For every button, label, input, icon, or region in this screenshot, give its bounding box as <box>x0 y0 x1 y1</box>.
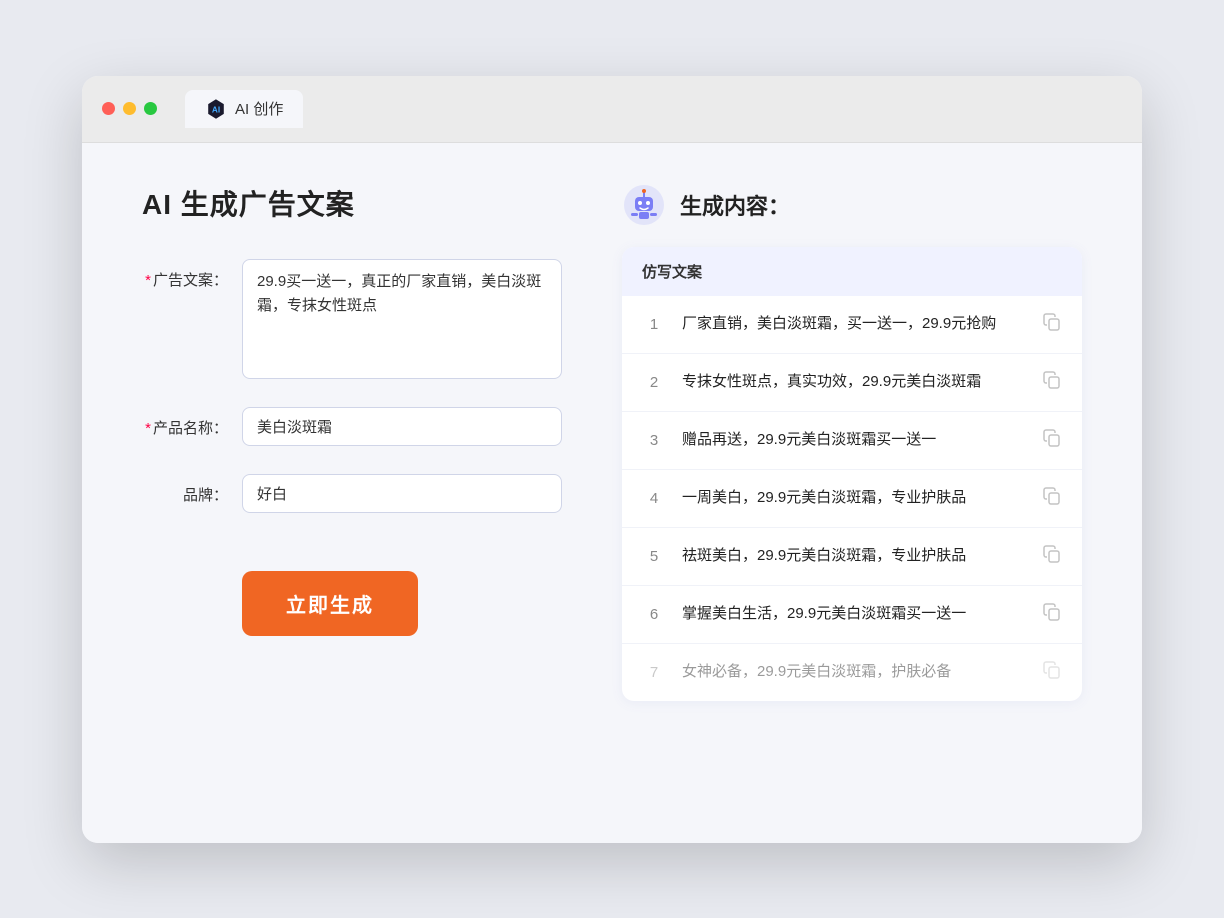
submit-button[interactable]: 立即生成 <box>242 571 418 636</box>
copy-button[interactable] <box>1042 428 1062 453</box>
form-group-product-name: *产品名称： 美白淡斑霜 <box>142 407 562 446</box>
copy-button[interactable] <box>1042 602 1062 627</box>
browser-tab[interactable]: AI AI 创作 <box>185 90 303 128</box>
result-header: 生成内容： <box>622 183 1082 227</box>
row-text: 掌握美白生活，29.9元美白淡斑霜买一送一 <box>682 603 1026 626</box>
result-row: 4 一周美白，29.9元美白淡斑霜，专业护肤品 <box>622 470 1082 528</box>
svg-text:AI: AI <box>212 105 220 114</box>
row-number: 2 <box>642 374 666 391</box>
result-table-header: 仿写文案 <box>622 247 1082 296</box>
form-group-ad-copy: *广告文案： 29.9买一送一，真正的厂家直销，美白淡斑霜，专抹女性斑点 <box>142 259 562 379</box>
form-group-brand: 品牌： 好白 <box>142 474 562 513</box>
row-number: 7 <box>642 664 666 681</box>
maximize-button[interactable] <box>144 102 157 115</box>
row-text: 赠品再送，29.9元美白淡斑霜买一送一 <box>682 429 1026 452</box>
result-row: 6 掌握美白生活，29.9元美白淡斑霜买一送一 <box>622 586 1082 644</box>
copy-button[interactable] <box>1042 544 1062 569</box>
result-row: 2 专抹女性斑点，真实功效，29.9元美白淡斑霜 <box>622 354 1082 412</box>
required-star-product: * <box>145 420 151 437</box>
robot-icon <box>622 183 666 227</box>
result-title: 生成内容： <box>680 189 790 221</box>
ad-copy-label: *广告文案： <box>142 259 242 290</box>
row-text: 女神必备，29.9元美白淡斑霜，护肤必备 <box>682 661 1026 684</box>
result-row: 5 祛斑美白，29.9元美白淡斑霜，专业护肤品 <box>622 528 1082 586</box>
browser-content: AI 生成广告文案 *广告文案： 29.9买一送一，真正的厂家直销，美白淡斑霜，… <box>82 143 1142 843</box>
browser-window: AI AI 创作 AI 生成广告文案 *广告文案： 29.9买一送一，真正的厂家… <box>82 76 1142 843</box>
result-row: 3 赠品再送，29.9元美白淡斑霜买一送一 <box>622 412 1082 470</box>
row-number: 4 <box>642 490 666 507</box>
row-text: 祛斑美白，29.9元美白淡斑霜，专业护肤品 <box>682 545 1026 568</box>
product-name-input[interactable]: 美白淡斑霜 <box>242 407 562 446</box>
result-row: 7 女神必备，29.9元美白淡斑霜，护肤必备 <box>622 644 1082 701</box>
minimize-button[interactable] <box>123 102 136 115</box>
brand-input[interactable]: 好白 <box>242 474 562 513</box>
main-layout: AI 生成广告文案 *广告文案： 29.9买一送一，真正的厂家直销，美白淡斑霜，… <box>142 183 1082 701</box>
copy-button[interactable] <box>1042 660 1062 685</box>
ad-copy-input[interactable]: 29.9买一送一，真正的厂家直销，美白淡斑霜，专抹女性斑点 <box>242 259 562 379</box>
row-text: 一周美白，29.9元美白淡斑霜，专业护肤品 <box>682 487 1026 510</box>
product-name-label: *产品名称： <box>142 407 242 438</box>
row-number: 1 <box>642 316 666 333</box>
copy-button[interactable] <box>1042 370 1062 395</box>
row-text: 厂家直销，美白淡斑霜，买一送一，29.9元抢购 <box>682 313 1026 336</box>
ai-tab-icon: AI <box>205 98 227 120</box>
brand-label: 品牌： <box>142 474 242 505</box>
copy-button[interactable] <box>1042 312 1062 337</box>
row-number: 5 <box>642 548 666 565</box>
row-number: 6 <box>642 606 666 623</box>
browser-titlebar: AI AI 创作 <box>82 76 1142 143</box>
result-table: 仿写文案 1 厂家直销，美白淡斑霜，买一送一，29.9元抢购 2 专抹女性斑点，真实… <box>622 247 1082 701</box>
left-panel: AI 生成广告文案 *广告文案： 29.9买一送一，真正的厂家直销，美白淡斑霜，… <box>142 183 562 701</box>
copy-button[interactable] <box>1042 486 1062 511</box>
required-star-ad: * <box>145 272 151 289</box>
page-title: AI 生成广告文案 <box>142 183 562 223</box>
row-text: 专抹女性斑点，真实功效，29.9元美白淡斑霜 <box>682 371 1026 394</box>
right-panel: 生成内容： 仿写文案 1 厂家直销，美白淡斑霜，买一送一，29.9元抢购 2 专抹女… <box>622 183 1082 701</box>
results-list: 1 厂家直销，美白淡斑霜，买一送一，29.9元抢购 2 专抹女性斑点，真实功效，29… <box>622 296 1082 701</box>
tab-label: AI 创作 <box>235 98 283 119</box>
traffic-lights <box>102 102 157 115</box>
row-number: 3 <box>642 432 666 449</box>
result-row: 1 厂家直销，美白淡斑霜，买一送一，29.9元抢购 <box>622 296 1082 354</box>
close-button[interactable] <box>102 102 115 115</box>
